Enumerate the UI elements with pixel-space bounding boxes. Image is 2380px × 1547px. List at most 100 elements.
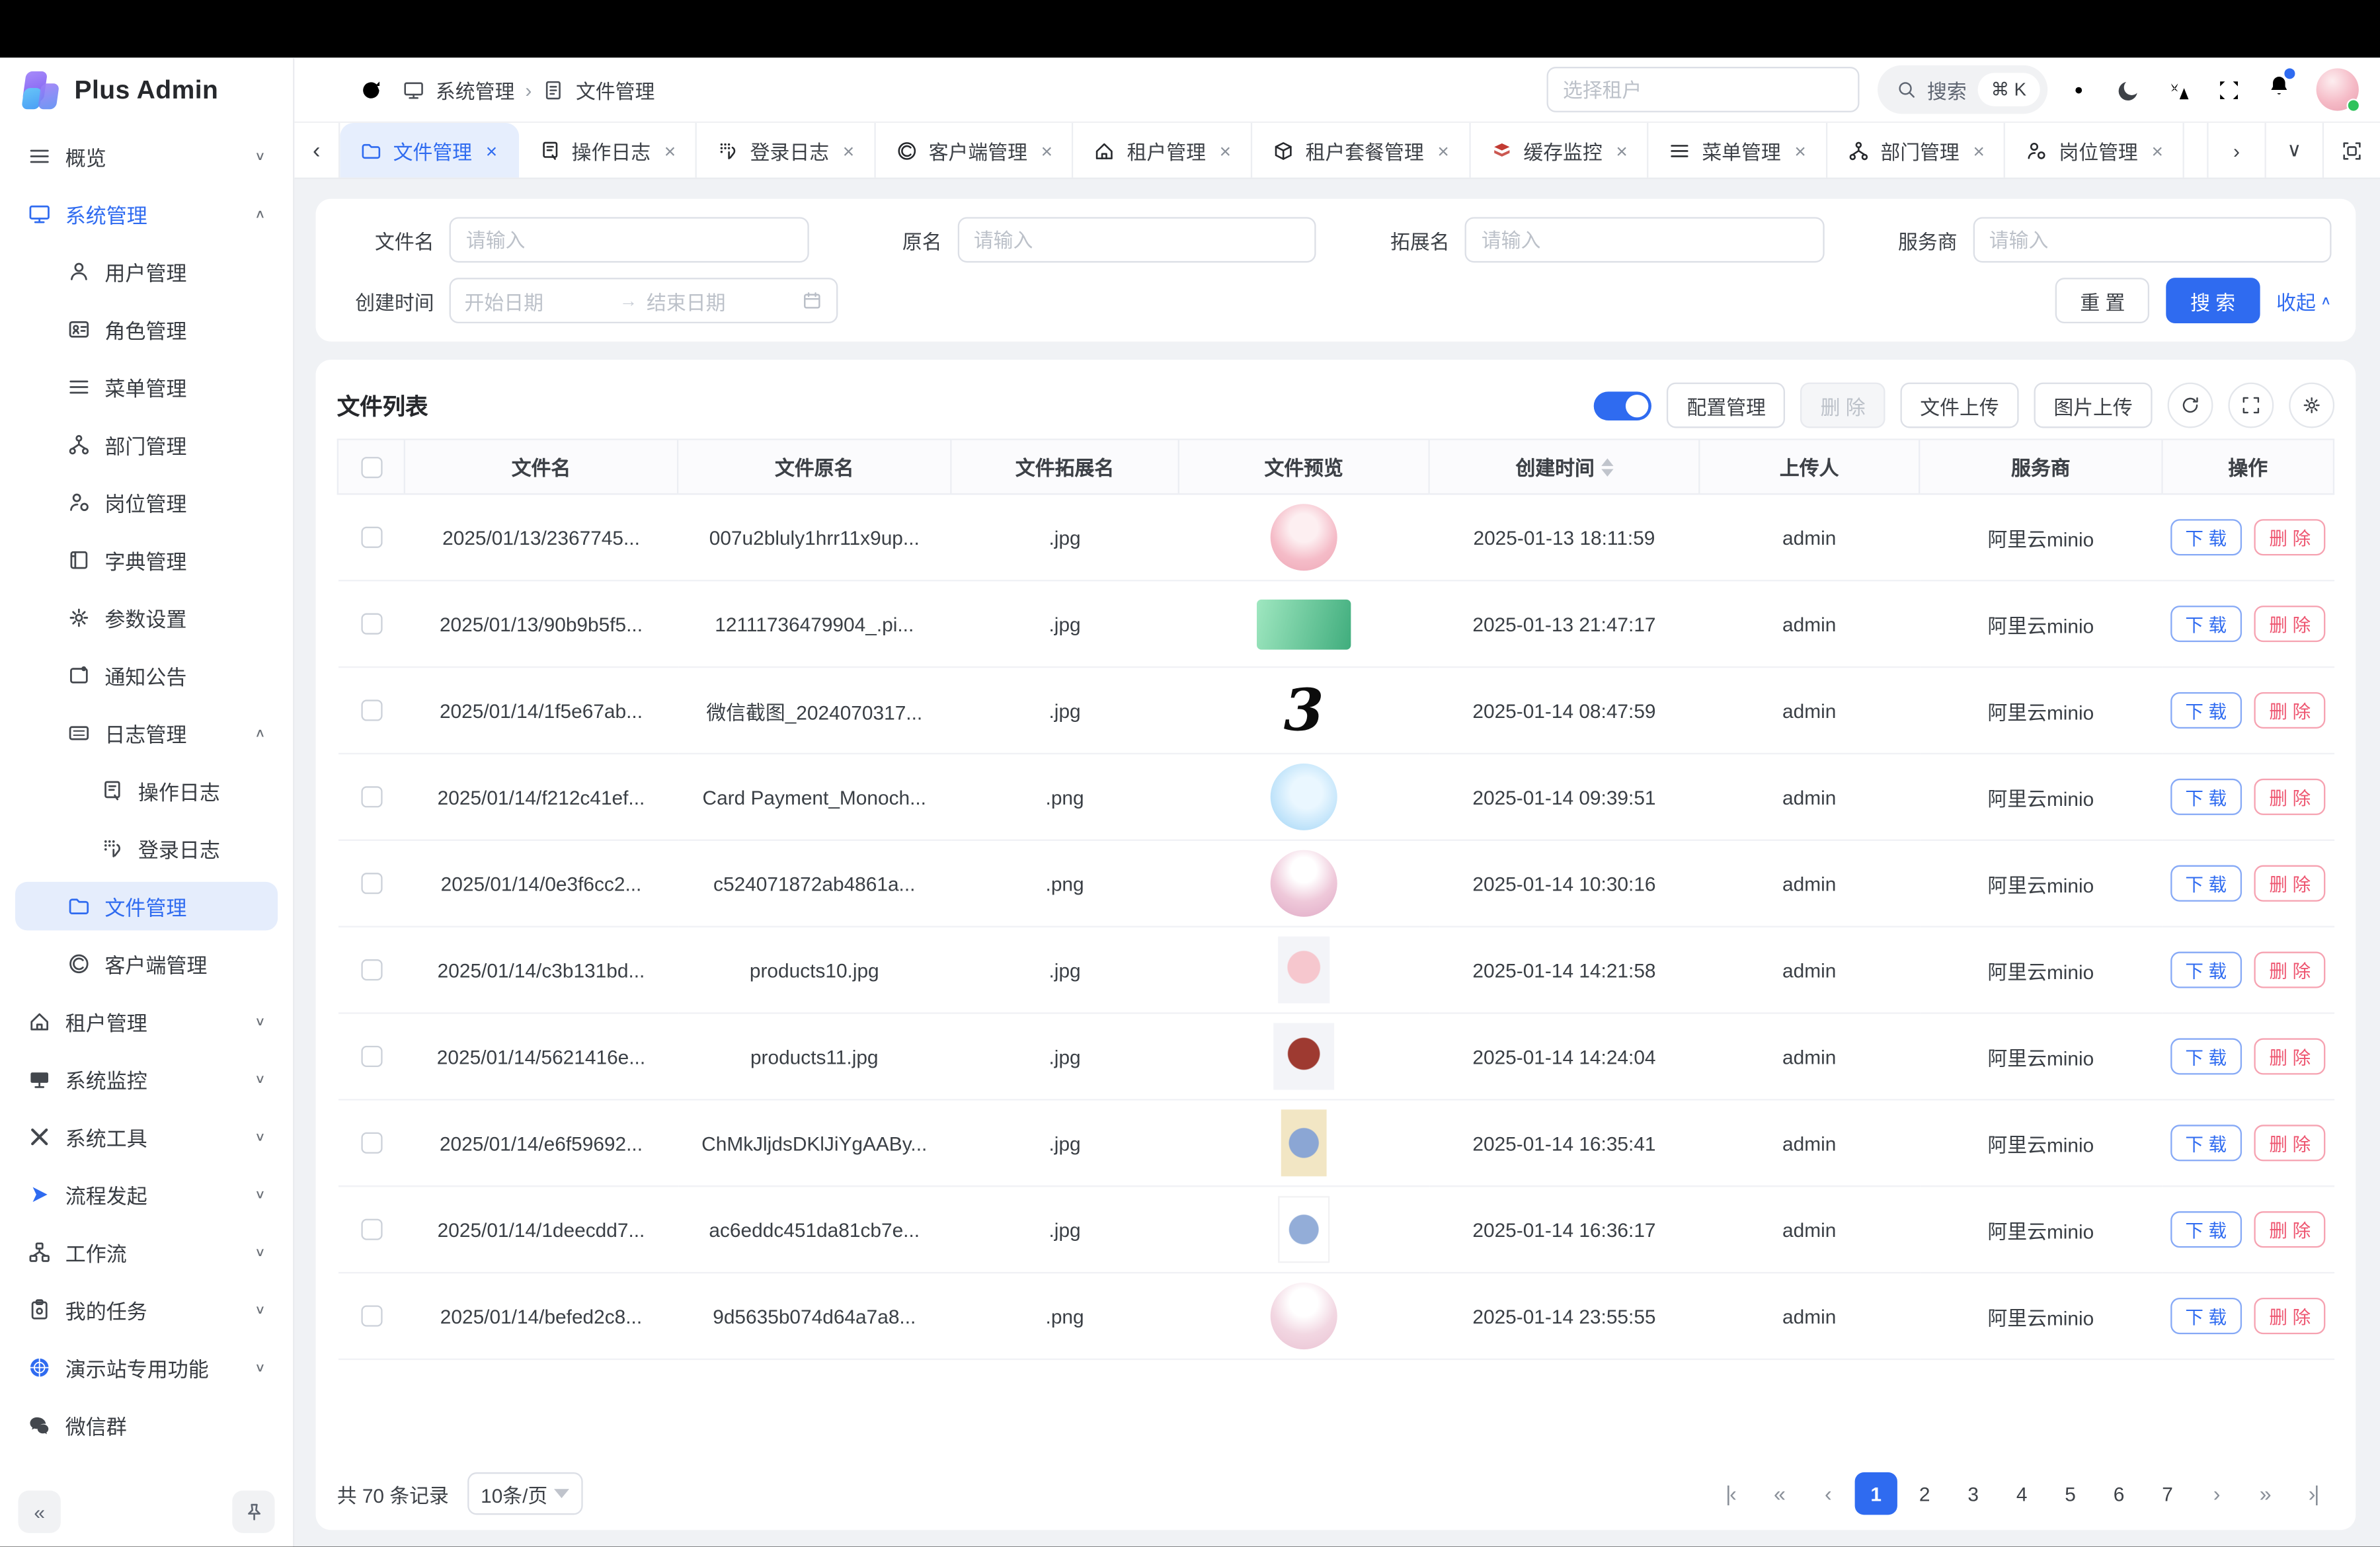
- page-1[interactable]: 1: [1855, 1472, 1897, 1515]
- table-fullscreen-button[interactable]: [2228, 383, 2274, 428]
- reset-button[interactable]: 重 置: [2056, 278, 2149, 323]
- table-refresh-button[interactable]: [2168, 383, 2213, 428]
- file-upload-button[interactable]: 文件上传: [1900, 383, 2018, 428]
- download-button[interactable]: 下 载: [2170, 1298, 2242, 1334]
- sidebar-item-部门管理[interactable]: 部门管理: [15, 420, 278, 469]
- delete-button[interactable]: 删 除: [1801, 383, 1885, 428]
- download-button[interactable]: 下 载: [2170, 865, 2242, 902]
- sidebar-item-微信群[interactable]: 微信群: [15, 1401, 278, 1449]
- row-delete-button[interactable]: 删 除: [2254, 1038, 2326, 1074]
- breadcrumb-item[interactable]: 文件管理: [576, 75, 654, 104]
- pager-control[interactable]: |‹: [1709, 1472, 1751, 1515]
- page-size-select[interactable]: 10条/页: [467, 1472, 582, 1515]
- row-delete-button[interactable]: 删 除: [2254, 1211, 2326, 1248]
- download-button[interactable]: 下 载: [2170, 692, 2242, 729]
- preview-image-robot-toy-sunglasses[interactable]: [1271, 1283, 1337, 1349]
- tenant-select-input[interactable]: [1546, 67, 1859, 112]
- tabs-scroll-left-button[interactable]: ‹: [294, 123, 340, 178]
- sidebar-item-登录日志[interactable]: 登录日志: [15, 824, 278, 873]
- content-fullscreen-button[interactable]: [2322, 123, 2380, 178]
- sidebar-item-客户端管理[interactable]: 客户端管理: [15, 939, 278, 988]
- sidebar-item-菜单管理[interactable]: 菜单管理: [15, 363, 278, 411]
- row-checkbox[interactable]: [360, 1219, 381, 1240]
- pager-control[interactable]: ›: [2195, 1472, 2237, 1515]
- fullscreen-icon[interactable]: [2216, 77, 2242, 102]
- tab-close-icon[interactable]: ×: [1041, 139, 1052, 161]
- tab-部门管理[interactable]: 部门管理×: [1827, 123, 2006, 178]
- tab-缓存监控[interactable]: 缓存监控×: [1470, 123, 1649, 178]
- download-button[interactable]: 下 载: [2170, 1038, 2242, 1074]
- hamburger-menu-icon[interactable]: [314, 77, 340, 102]
- sidebar-item-工作流[interactable]: 工作流∨: [15, 1228, 278, 1276]
- tab-close-icon[interactable]: ×: [486, 139, 497, 161]
- pager-control[interactable]: ›|: [2292, 1472, 2334, 1515]
- pager-control[interactable]: «: [1758, 1472, 1800, 1515]
- config-toggle-switch[interactable]: [1594, 391, 1651, 420]
- tab-close-icon[interactable]: ×: [1437, 139, 1448, 161]
- download-button[interactable]: 下 载: [2170, 1211, 2242, 1248]
- select-all-checkbox[interactable]: [360, 456, 381, 477]
- settings-icon[interactable]: [2066, 77, 2092, 102]
- page-3[interactable]: 3: [1952, 1472, 1995, 1515]
- tab-菜单管理[interactable]: 菜单管理×: [1649, 123, 1827, 178]
- row-delete-button[interactable]: 删 除: [2254, 865, 2326, 902]
- download-button[interactable]: 下 载: [2170, 779, 2242, 815]
- page-6[interactable]: 6: [2098, 1472, 2140, 1515]
- tabs-scroll-right-button[interactable]: ›: [2207, 123, 2264, 178]
- row-delete-button[interactable]: 删 除: [2254, 952, 2326, 988]
- app-logo[interactable]: Plus Admin: [0, 58, 293, 123]
- sidebar-item-系统管理[interactable]: 系统管理∧: [15, 190, 278, 238]
- sidebar-item-租户管理[interactable]: 租户管理∨: [15, 997, 278, 1045]
- preview-image-red-fur-ball-product[interactable]: [1273, 1023, 1334, 1090]
- page-4[interactable]: 4: [2001, 1472, 2043, 1515]
- page-2[interactable]: 2: [1903, 1472, 1946, 1515]
- sidebar-item-系统工具[interactable]: 系统工具∨: [15, 1113, 278, 1161]
- download-button[interactable]: 下 载: [2170, 1125, 2242, 1161]
- row-delete-button[interactable]: 删 除: [2254, 519, 2326, 555]
- tab-客户端管理[interactable]: 客户端管理×: [875, 123, 1074, 178]
- sidebar-item-我的任务[interactable]: 我的任务∨: [15, 1286, 278, 1334]
- user-avatar[interactable]: [2317, 68, 2359, 110]
- tab-close-icon[interactable]: ×: [843, 139, 854, 161]
- row-delete-button[interactable]: 删 除: [2254, 606, 2326, 642]
- sidebar-item-字典管理[interactable]: 字典管理: [15, 536, 278, 584]
- sidebar-item-岗位管理[interactable]: 岗位管理: [15, 478, 278, 526]
- row-checkbox[interactable]: [360, 527, 381, 548]
- preview-image-card-payment-illustration[interactable]: [1271, 764, 1337, 830]
- tab-close-icon[interactable]: ×: [1973, 139, 1984, 161]
- sidebar-item-通知公告[interactable]: 通知公告: [15, 651, 278, 699]
- row-checkbox[interactable]: [360, 786, 381, 807]
- tab-租户套餐管理[interactable]: 租户套餐管理×: [1252, 123, 1470, 178]
- preview-image-ink-numeral-3[interactable]: 3: [1269, 677, 1339, 744]
- global-search-button[interactable]: 搜索 ⌘ K: [1877, 65, 2047, 114]
- tab-文件管理[interactable]: 文件管理×: [340, 123, 518, 178]
- row-checkbox[interactable]: [360, 699, 381, 721]
- image-upload-button[interactable]: 图片上传: [2034, 383, 2152, 428]
- preview-image-stitch-cartoon-beige[interactable]: [1281, 1109, 1327, 1176]
- preview-image-stitch-cartoon-white[interactable]: [1278, 1196, 1329, 1263]
- tab-字典管理[interactable]: 字典管理×: [2184, 123, 2207, 178]
- notifications-bell[interactable]: [2266, 73, 2292, 106]
- tab-close-icon[interactable]: ×: [1794, 139, 1805, 161]
- search-button[interactable]: 搜 索: [2166, 278, 2259, 323]
- collapse-filters-link[interactable]: 收起∧: [2276, 286, 2331, 315]
- pager-control[interactable]: ‹: [1806, 1472, 1848, 1515]
- preview-image-robot-toy-pink-circle[interactable]: [1271, 850, 1337, 917]
- sidebar-item-流程发起[interactable]: 流程发起∨: [15, 1170, 278, 1218]
- sidebar-collapse-button[interactable]: «: [19, 1491, 61, 1533]
- sidebar-item-操作日志[interactable]: 操作日志: [15, 766, 278, 814]
- row-checkbox[interactable]: [360, 873, 381, 894]
- page-7[interactable]: 7: [2146, 1472, 2188, 1515]
- tab-操作日志[interactable]: 操作日志×: [518, 123, 697, 178]
- row-checkbox[interactable]: [360, 1046, 381, 1067]
- config-manage-button[interactable]: 配置管理: [1667, 383, 1786, 428]
- row-delete-button[interactable]: 删 除: [2254, 779, 2326, 815]
- tab-close-icon[interactable]: ×: [1220, 139, 1231, 161]
- row-checkbox[interactable]: [360, 959, 381, 980]
- sidebar-item-文件管理[interactable]: 文件管理: [15, 882, 278, 930]
- sort-icons[interactable]: [1601, 457, 1612, 476]
- row-delete-button[interactable]: 删 除: [2254, 692, 2326, 729]
- sidebar-item-系统监控[interactable]: 系统监控∨: [15, 1055, 278, 1103]
- page-5[interactable]: 5: [2049, 1472, 2091, 1515]
- tab-close-icon[interactable]: ×: [664, 139, 676, 161]
